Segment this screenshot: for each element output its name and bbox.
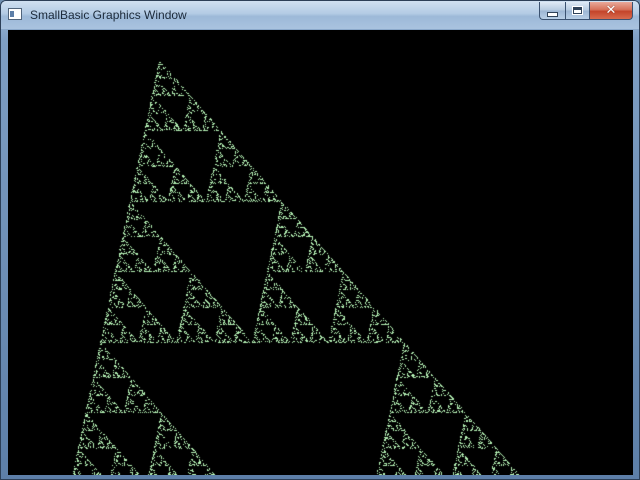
maximize-icon bbox=[572, 6, 583, 15]
graphics-canvas-area[interactable] bbox=[8, 30, 633, 475]
close-icon: ✕ bbox=[605, 3, 617, 18]
window-title: SmallBasic Graphics Window bbox=[30, 8, 187, 22]
title-bar[interactable]: SmallBasic Graphics Window ✕ bbox=[1, 1, 639, 29]
graphics-window: SmallBasic Graphics Window ✕ bbox=[0, 0, 640, 480]
minimize-button[interactable] bbox=[539, 2, 565, 20]
caption-buttons: ✕ bbox=[539, 2, 633, 21]
sierpinski-fractal-canvas bbox=[8, 30, 633, 475]
close-button[interactable]: ✕ bbox=[590, 2, 633, 20]
app-window-icon[interactable] bbox=[8, 8, 22, 20]
minimize-icon bbox=[547, 11, 558, 17]
maximize-button[interactable] bbox=[565, 2, 590, 20]
